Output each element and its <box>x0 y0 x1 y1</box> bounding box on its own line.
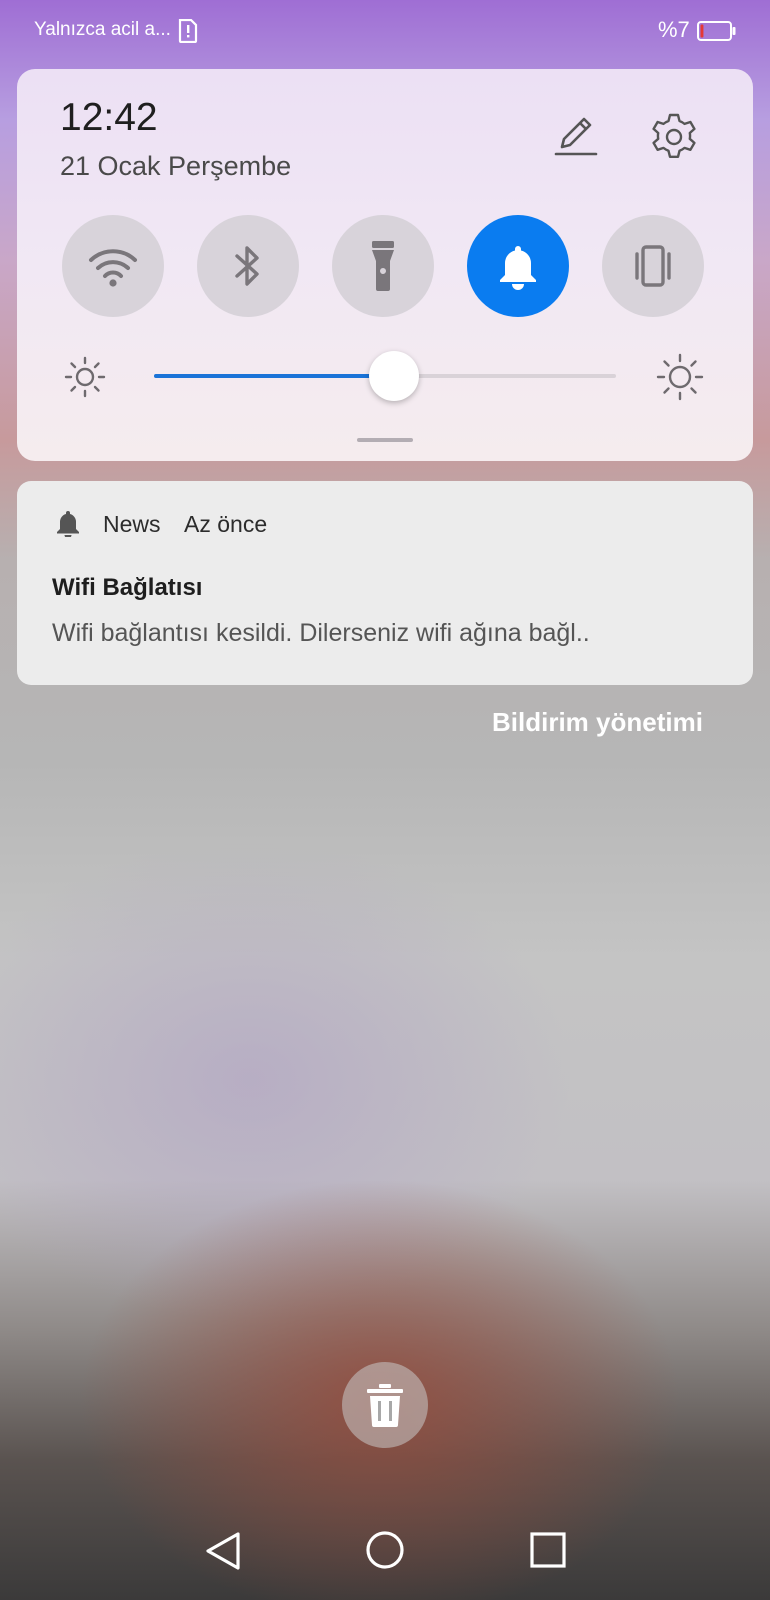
flashlight-tile[interactable] <box>332 215 434 317</box>
wifi-tile[interactable] <box>62 215 164 317</box>
gear-icon[interactable] <box>648 111 700 163</box>
vibrate-icon <box>635 245 671 287</box>
notification-title: Wifi Bağlatısı <box>52 574 203 601</box>
battery-low-icon <box>697 21 736 41</box>
bell-icon <box>57 511 79 537</box>
notification-app-name: News <box>103 511 161 537</box>
manage-notifications-link[interactable]: Bildirim yönetimi <box>492 707 703 738</box>
clear-all-button[interactable] <box>342 1362 428 1448</box>
clock-date[interactable]: 21 Ocak Perşembe <box>60 151 291 182</box>
home-icon[interactable] <box>365 1530 405 1570</box>
status-bar: Yalnızca acil a... %7 <box>0 0 770 62</box>
recent-apps-icon[interactable] <box>530 1532 566 1568</box>
vibrate-tile[interactable] <box>602 215 704 317</box>
brightness-high-icon <box>656 353 704 401</box>
wifi-icon <box>89 249 137 287</box>
flashlight-icon <box>372 241 394 291</box>
trash-icon <box>367 1384 403 1427</box>
notification-time: Az önce <box>184 511 268 537</box>
carrier-text: Yalnızca acil a... <box>34 19 171 40</box>
bluetooth-tile[interactable] <box>197 215 299 317</box>
notification-body: Wifi bağlantısı kesildi. Dilerseniz wifi… <box>52 619 590 647</box>
navigation-bar <box>0 1500 770 1600</box>
back-icon[interactable] <box>203 1530 243 1572</box>
brightness-low-icon <box>64 356 106 398</box>
bell-icon <box>500 246 536 290</box>
quick-settings-panel: 12:42 21 Ocak Perşembe <box>17 69 753 461</box>
sound-tile[interactable] <box>467 215 569 317</box>
notification-shade: { "status_bar": { "carrier_text": "Yalnı… <box>0 0 770 1600</box>
sim-alert-icon <box>178 19 198 43</box>
clock-time: 12:42 <box>60 96 158 139</box>
notification-card[interactable]: News Az önce Wifi Bağlatısı Wifi bağlant… <box>17 481 753 685</box>
brightness-slider-fill <box>154 374 395 378</box>
battery-percent: %7 <box>658 17 690 42</box>
panel-drag-handle[interactable] <box>357 438 413 442</box>
bluetooth-icon <box>235 246 259 286</box>
brightness-slider-thumb[interactable] <box>369 351 420 401</box>
edit-pencil-icon[interactable] <box>552 111 600 159</box>
